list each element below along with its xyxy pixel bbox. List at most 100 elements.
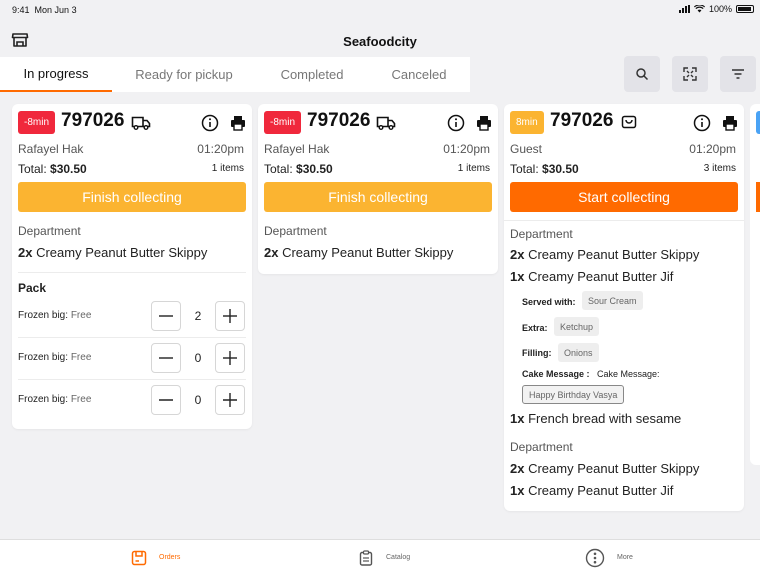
item-count: 1 items: [211, 163, 244, 174]
pack-name: Frozen big:: [18, 310, 69, 321]
order-card[interactable]: -8min 797026 Rafayel Hak 01:20pm Total: …: [12, 104, 252, 429]
line-qty: 2x: [264, 245, 279, 260]
minus-icon: [159, 357, 173, 359]
bag-icon: [621, 115, 637, 129]
bottom-navigation: Orders Catalog More: [0, 539, 760, 574]
plus-icon: [223, 351, 237, 365]
department-heading: Department: [510, 227, 573, 241]
quantity-value: 0: [194, 393, 202, 407]
modifier-label: Cake Message :: [522, 369, 590, 379]
line-qty: 1x: [510, 483, 525, 498]
start-collecting-button[interactable]: Start collecting: [510, 182, 738, 212]
tab-completed[interactable]: Completed: [256, 57, 368, 92]
expand-button[interactable]: [672, 56, 708, 92]
line-name: French bread with sesame: [528, 411, 682, 426]
truck-icon: [131, 116, 151, 130]
pack-label: Frozen big: Free: [18, 394, 91, 405]
customer-name: Guest: [510, 142, 543, 156]
pack-price: Free: [70, 310, 92, 321]
print-icon[interactable]: [721, 114, 739, 132]
order-time: 01:20pm: [689, 142, 736, 156]
line-qty: 2x: [510, 461, 525, 476]
item-count: 1 items: [457, 163, 490, 174]
order-number: 797026: [61, 110, 125, 131]
filter-icon: [732, 69, 744, 79]
order-line-item: 1x Creamy Peanut Butter Jif: [510, 483, 673, 498]
orders-icon: [131, 550, 147, 565]
signal-icon: [678, 5, 690, 13]
minus-icon: [159, 315, 173, 317]
total-amount: $30.50: [50, 162, 87, 176]
filter-button[interactable]: [720, 56, 756, 92]
order-card-partial[interactable]: [750, 104, 760, 465]
cake-message-text: Cake Message:: [597, 369, 660, 379]
order-line-item: 2x Creamy Peanut Butter Skippy: [18, 245, 207, 260]
decrement-button[interactable]: [151, 301, 181, 331]
order-time: 01:20pm: [197, 142, 244, 156]
expand-icon: [683, 67, 697, 81]
pack-name: Frozen big:: [18, 394, 69, 405]
pack-label: Frozen big: Free: [18, 352, 91, 363]
tab-ready-for-pickup[interactable]: Ready for pickup: [112, 57, 256, 92]
line-name: Creamy Peanut Butter Skippy: [528, 247, 700, 262]
print-icon[interactable]: [475, 114, 493, 132]
action-button[interactable]: [756, 182, 760, 212]
more-icon: [585, 548, 605, 567]
pack-price: Free: [70, 352, 92, 363]
total-amount: $30.50: [296, 162, 333, 176]
minus-icon: [159, 399, 173, 401]
info-icon[interactable]: [201, 114, 219, 132]
top-bar: Seafoodcity: [0, 20, 760, 60]
nav-label: Catalog: [386, 554, 411, 561]
order-line-item: 2x Creamy Peanut Butter Skippy: [264, 245, 453, 260]
print-icon[interactable]: [229, 114, 247, 132]
wifi-icon: [693, 5, 705, 13]
clock: 9:41: [12, 5, 30, 15]
nav-more[interactable]: More: [585, 540, 633, 574]
order-number: 797026: [307, 110, 371, 131]
finish-collecting-button[interactable]: Finish collecting: [18, 182, 246, 212]
nav-catalog[interactable]: Catalog: [358, 540, 410, 574]
status-time: 9:41 Mon Jun 3: [12, 5, 77, 15]
search-button[interactable]: [624, 56, 660, 92]
department-heading: Department: [264, 224, 327, 238]
total-label: Total:: [510, 162, 539, 176]
decrement-button[interactable]: [151, 343, 181, 373]
tab-canceled[interactable]: Canceled: [368, 57, 470, 92]
order-total: Total: $30.50: [510, 162, 579, 176]
pack-title: Pack: [18, 281, 47, 295]
total-label: Total:: [264, 162, 293, 176]
order-total: Total: $30.50: [264, 162, 333, 176]
time-badge: -8min: [264, 111, 302, 134]
date: Mon Jun 3: [34, 5, 77, 15]
line-qty: 1x: [510, 269, 525, 284]
item-count: 3 items: [703, 163, 736, 174]
modifier-chip: Onions: [558, 343, 599, 362]
order-card[interactable]: 8min 797026 Guest 01:20pm Total: $30.50 …: [504, 104, 744, 511]
order-card[interactable]: -8min 797026 Rafayel Hak 01:20pm Total: …: [258, 104, 498, 274]
line-qty: 2x: [510, 247, 525, 262]
total-amount: $30.50: [542, 162, 579, 176]
increment-button[interactable]: [215, 343, 245, 373]
line-qty: 2x: [18, 245, 33, 260]
order-status-tabs: In progress Ready for pickup Completed C…: [0, 57, 470, 92]
nav-orders[interactable]: Orders: [131, 540, 180, 574]
line-name: Creamy Peanut Butter Skippy: [528, 461, 700, 476]
order-line-item: 2x Creamy Peanut Butter Skippy: [510, 461, 699, 476]
battery-percent: 100%: [708, 4, 732, 14]
divider: [18, 337, 246, 338]
status-bar: 9:41 Mon Jun 3 100%: [0, 0, 760, 20]
order-number: 797026: [550, 110, 614, 131]
info-icon[interactable]: [447, 114, 465, 132]
decrement-button[interactable]: [151, 385, 181, 415]
modifier-label: Served with:: [522, 297, 576, 307]
divider: [18, 379, 246, 380]
order-time: 01:20pm: [443, 142, 490, 156]
increment-button[interactable]: [215, 301, 245, 331]
line-name: Creamy Peanut Butter Skippy: [282, 245, 454, 260]
quantity-value: 0: [194, 351, 202, 365]
info-icon[interactable]: [693, 114, 711, 132]
tab-in-progress[interactable]: In progress: [0, 57, 112, 92]
finish-collecting-button[interactable]: Finish collecting: [264, 182, 492, 212]
increment-button[interactable]: [215, 385, 245, 415]
